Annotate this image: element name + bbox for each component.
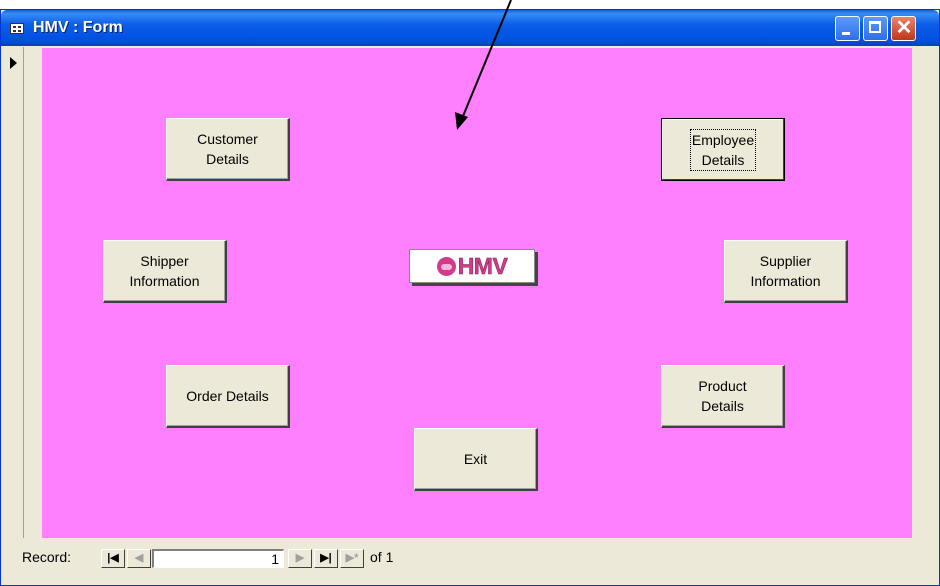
new-record-icon: ▶* [345,552,359,564]
minimize-button[interactable] [835,16,860,41]
record-navigation-bar: Record: |◀ ◀ 1 ▶ ▶| ▶* of 1 [4,538,936,572]
hmv-dog-logo-icon [436,256,456,276]
order-details-label: Order Details [186,388,269,404]
new-record-button[interactable]: ▶* [340,549,364,568]
first-record-icon: |◀ [107,552,119,564]
hmv-logo: HMV [409,249,535,283]
title-bar[interactable]: HMV : Form ✕ [1,10,939,46]
minimize-icon [842,32,850,35]
window-title: HMV : Form [33,19,123,36]
last-record-button[interactable]: ▶| [314,549,338,568]
product-details-label: Product Details [698,378,747,414]
form-detail-section: Customer Details Employee Details Shippe… [42,48,912,538]
previous-record-button[interactable]: ◀ [127,549,151,568]
record-label: Record: [22,549,72,565]
order-details-button[interactable]: Order Details [166,365,290,428]
shipper-information-button[interactable]: Shipper Information [103,240,227,303]
customer-details-button[interactable]: Customer Details [166,118,290,181]
hmv-logo-text: HMV [457,252,508,279]
first-record-button[interactable]: |◀ [101,549,125,568]
next-record-button[interactable]: ▶ [288,549,312,568]
next-record-icon: ▶ [295,552,305,564]
customer-details-label: Customer Details [197,131,258,167]
close-button[interactable]: ✕ [891,16,916,41]
last-record-icon: ▶| [320,552,332,564]
exit-button[interactable]: Exit [414,428,538,491]
employee-details-button[interactable]: Employee Details [661,118,785,181]
previous-record-icon: ◀ [134,552,144,564]
close-icon: ✕ [895,17,913,39]
supplier-information-label: Supplier Information [750,253,821,289]
exit-label: Exit [463,451,488,467]
maximize-icon [869,21,881,33]
product-details-button[interactable]: Product Details [661,365,785,428]
record-number-input[interactable]: 1 [152,549,284,568]
record-selector[interactable] [5,47,24,539]
supplier-information-button[interactable]: Supplier Information [724,240,848,303]
employee-details-label: Employee Details [689,128,757,171]
shipper-information-label: Shipper Information [129,253,200,289]
maximize-button[interactable] [863,16,888,41]
record-count: of 1 [370,549,394,565]
current-record-arrow-icon [10,57,17,69]
form-icon[interactable] [10,23,24,34]
